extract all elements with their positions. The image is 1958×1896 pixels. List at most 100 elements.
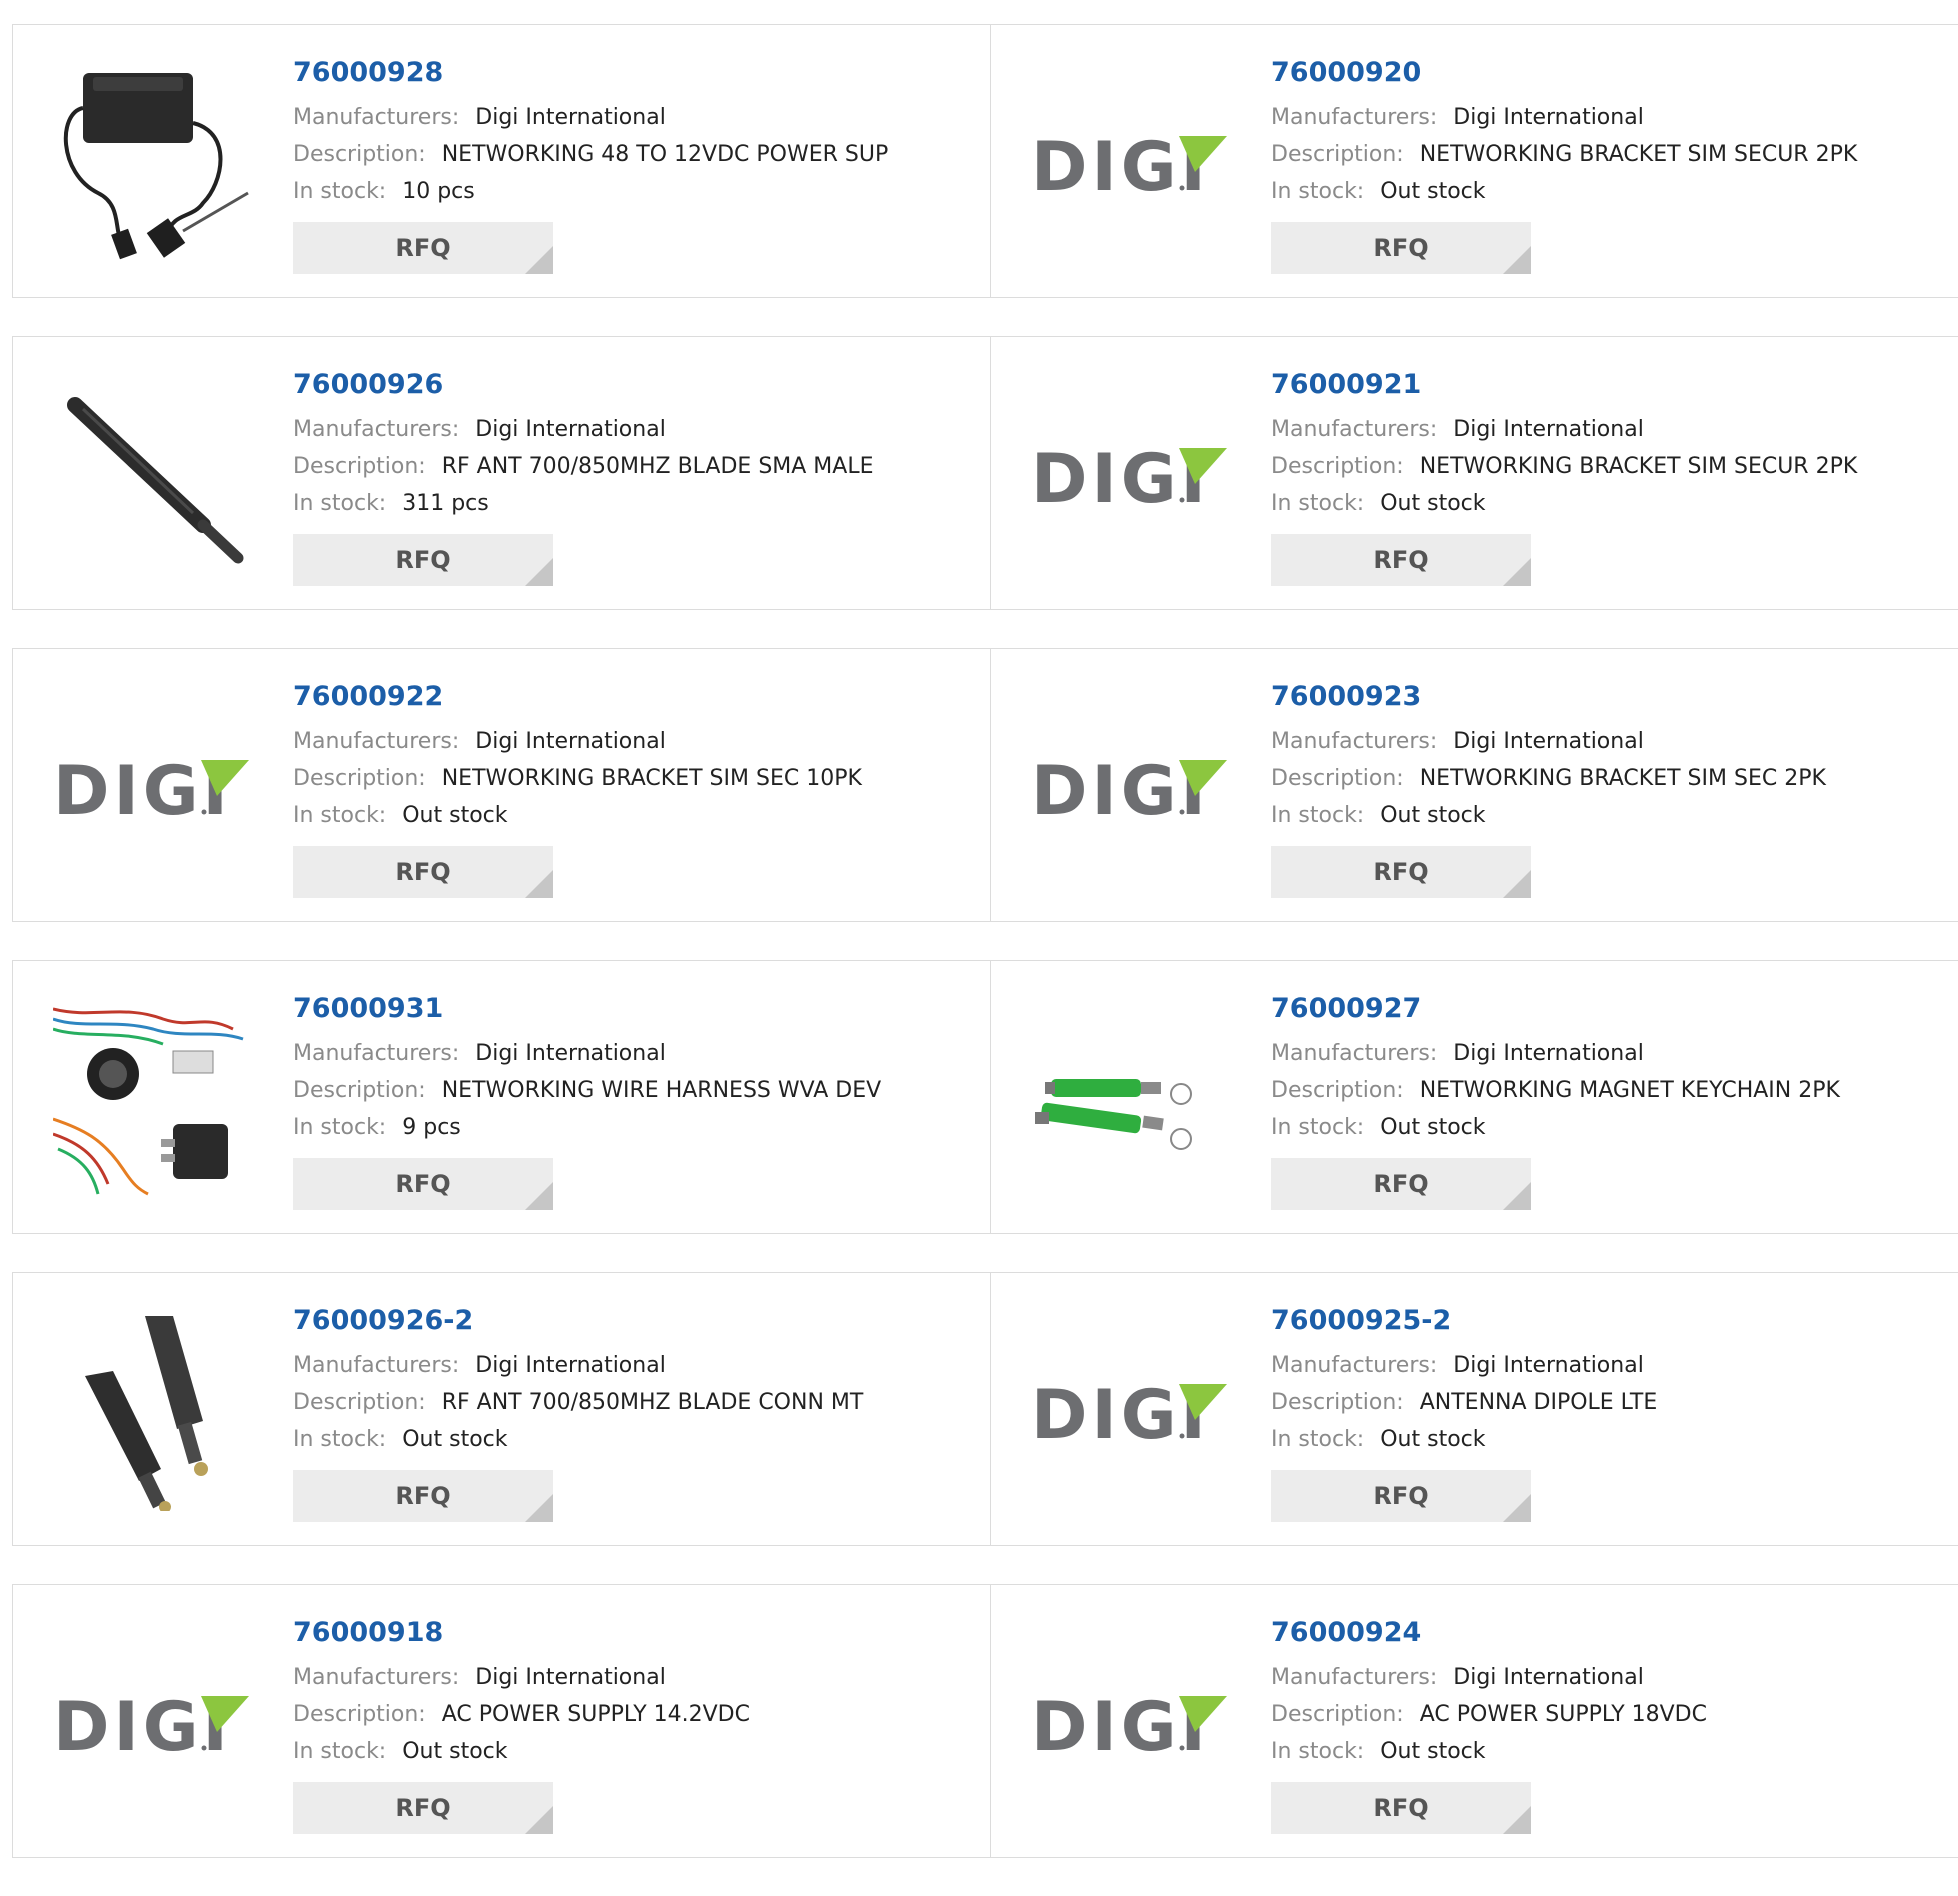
product-info: 76000923 Manufacturers: Digi International… xyxy=(1271,677,1826,898)
manufacturer-label: Manufacturers: xyxy=(1271,729,1438,754)
stock-label: In stock: xyxy=(293,803,387,828)
part-number-link[interactable]: 76000926-2 xyxy=(293,1301,863,1341)
product-info: 76000922 Manufacturers: Digi International… xyxy=(293,677,862,898)
description-value: NETWORKING BRACKET SIM SECUR 2PK xyxy=(1419,454,1858,479)
rfq-label: RFQ xyxy=(395,1794,451,1822)
rfq-button[interactable]: RFQ xyxy=(1271,846,1531,898)
rfq-label: RFQ xyxy=(395,1482,451,1510)
part-number-link[interactable]: 76000926 xyxy=(293,365,874,405)
corner-triangle-icon xyxy=(1503,870,1531,898)
description-value: AC POWER SUPPLY 18VDC xyxy=(1419,1702,1707,1727)
corner-triangle-icon xyxy=(1503,558,1531,586)
product-row: DIGI 76000922 Manufacturers: Digi Internati… xyxy=(12,648,1958,922)
digi-logo[interactable]: DIGI xyxy=(1031,687,1231,887)
manufacturer-label: Manufacturers: xyxy=(1271,1665,1438,1690)
manufacturer-label: Manufacturers: xyxy=(1271,1041,1438,1066)
rfq-label: RFQ xyxy=(1373,858,1429,886)
description-field: Description: NETWORKING BRACKET SIM SEC 1… xyxy=(293,760,862,797)
rfq-button[interactable]: RFQ xyxy=(293,846,553,898)
manufacturer-label: Manufacturers: xyxy=(1271,417,1438,442)
stock-value: 10 pcs xyxy=(402,179,475,204)
wire-harness-photo[interactable] xyxy=(53,999,253,1199)
product-info: 76000926 Manufacturers: Digi International… xyxy=(293,365,874,586)
product-info: 76000931 Manufacturers: Digi International… xyxy=(293,989,881,1210)
digi-logo[interactable]: DIGI xyxy=(1031,375,1231,575)
manufacturer-label: Manufacturers: xyxy=(293,417,460,442)
corner-triangle-icon xyxy=(1503,1494,1531,1522)
stock-value: Out stock xyxy=(1380,1115,1486,1140)
stock-field: In stock: Out stock xyxy=(1271,173,1857,210)
description-label: Description: xyxy=(1271,454,1404,479)
rfq-label: RFQ xyxy=(395,234,451,262)
part-number-link[interactable]: 76000923 xyxy=(1271,677,1826,717)
stock-field: In stock: Out stock xyxy=(293,797,862,834)
description-label: Description: xyxy=(293,454,426,479)
antenna-photo[interactable] xyxy=(53,375,253,575)
manufacturer-label: Manufacturers: xyxy=(1271,105,1438,130)
description-value: RF ANT 700/850MHZ BLADE SMA MALE xyxy=(441,454,874,479)
rfq-label: RFQ xyxy=(395,858,451,886)
part-number-link[interactable]: 76000928 xyxy=(293,53,888,93)
rfq-label: RFQ xyxy=(1373,234,1429,262)
digi-logo[interactable]: DIGI xyxy=(53,1623,253,1823)
rfq-label: RFQ xyxy=(1373,546,1429,574)
product-info: 76000926-2 Manufacturers: Digi Internation… xyxy=(293,1301,863,1522)
stock-field: In stock: 9 pcs xyxy=(293,1109,881,1146)
rfq-button[interactable]: RFQ xyxy=(1271,1782,1531,1834)
rfq-button[interactable]: RFQ xyxy=(1271,534,1531,586)
description-field: Description: NETWORKING BRACKET SIM SECUR… xyxy=(1271,136,1857,173)
rfq-button[interactable]: RFQ xyxy=(1271,1158,1531,1210)
digi-logo[interactable]: DIGI xyxy=(53,687,253,887)
blade-antenna-pair-photo[interactable] xyxy=(53,1311,253,1511)
rfq-label: RFQ xyxy=(395,1170,451,1198)
part-number-link[interactable]: 76000918 xyxy=(293,1613,750,1653)
corner-triangle-icon xyxy=(1503,246,1531,274)
rfq-button[interactable]: RFQ xyxy=(293,1782,553,1834)
part-number-link[interactable]: 76000924 xyxy=(1271,1613,1707,1653)
manufacturer-field: Manufacturers: Digi International xyxy=(293,723,862,760)
product-card: DIGI 76000925-2 Manufacturers: Digi Interna… xyxy=(991,1273,1958,1545)
description-label: Description: xyxy=(1271,1390,1404,1415)
digi-logo[interactable]: DIGI xyxy=(1031,63,1231,263)
manufacturer-field: Manufacturers: Digi International xyxy=(293,411,874,448)
rfq-button[interactable]: RFQ xyxy=(1271,1470,1531,1522)
digi-logo[interactable]: DIGI xyxy=(1031,1311,1231,1511)
rfq-button[interactable]: RFQ xyxy=(293,1470,553,1522)
product-row: 76000926 Manufacturers: Digi International… xyxy=(12,336,1958,610)
part-number-link[interactable]: 76000931 xyxy=(293,989,881,1029)
rfq-label: RFQ xyxy=(1373,1794,1429,1822)
part-number-link[interactable]: 76000920 xyxy=(1271,53,1857,93)
description-field: Description: NETWORKING BRACKET SIM SEC 2… xyxy=(1271,760,1826,797)
description-field: Description: RF ANT 700/850MHZ BLADE SMA … xyxy=(293,448,874,485)
magnet-keychain-photo[interactable] xyxy=(1031,999,1231,1199)
power-adapter-photo[interactable] xyxy=(53,63,253,263)
product-card: 76000928 Manufacturers: Digi International… xyxy=(13,25,991,297)
product-row: 76000931 Manufacturers: Digi International… xyxy=(12,960,1958,1234)
product-info: 76000924 Manufacturers: Digi International… xyxy=(1271,1613,1707,1834)
part-number-link[interactable]: 76000922 xyxy=(293,677,862,717)
stock-label: In stock: xyxy=(293,491,387,516)
corner-triangle-icon xyxy=(525,1182,553,1210)
stock-label: In stock: xyxy=(1271,179,1365,204)
part-number-link[interactable]: 76000921 xyxy=(1271,365,1857,405)
manufacturer-field: Manufacturers: Digi International xyxy=(1271,1347,1657,1384)
rfq-button[interactable]: RFQ xyxy=(1271,222,1531,274)
manufacturer-field: Manufacturers: Digi International xyxy=(1271,1659,1707,1696)
part-number-link[interactable]: 76000927 xyxy=(1271,989,1840,1029)
description-field: Description: AC POWER SUPPLY 18VDC xyxy=(1271,1696,1707,1733)
manufacturer-label: Manufacturers: xyxy=(293,1041,460,1066)
stock-label: In stock: xyxy=(293,1739,387,1764)
description-value: NETWORKING BRACKET SIM SEC 2PK xyxy=(1419,766,1826,791)
digi-logo[interactable]: DIGI xyxy=(1031,1623,1231,1823)
rfq-button[interactable]: RFQ xyxy=(293,222,553,274)
description-field: Description: RF ANT 700/850MHZ BLADE CONN… xyxy=(293,1384,863,1421)
description-label: Description: xyxy=(1271,1702,1404,1727)
rfq-button[interactable]: RFQ xyxy=(293,1158,553,1210)
stock-value: Out stock xyxy=(1380,179,1486,204)
corner-triangle-icon xyxy=(525,1494,553,1522)
manufacturer-field: Manufacturers: Digi International xyxy=(293,99,888,136)
rfq-button[interactable]: RFQ xyxy=(293,534,553,586)
manufacturer-value: Digi International xyxy=(1453,729,1644,754)
part-number-link[interactable]: 76000925-2 xyxy=(1271,1301,1657,1341)
stock-field: In stock: 311 pcs xyxy=(293,485,874,522)
